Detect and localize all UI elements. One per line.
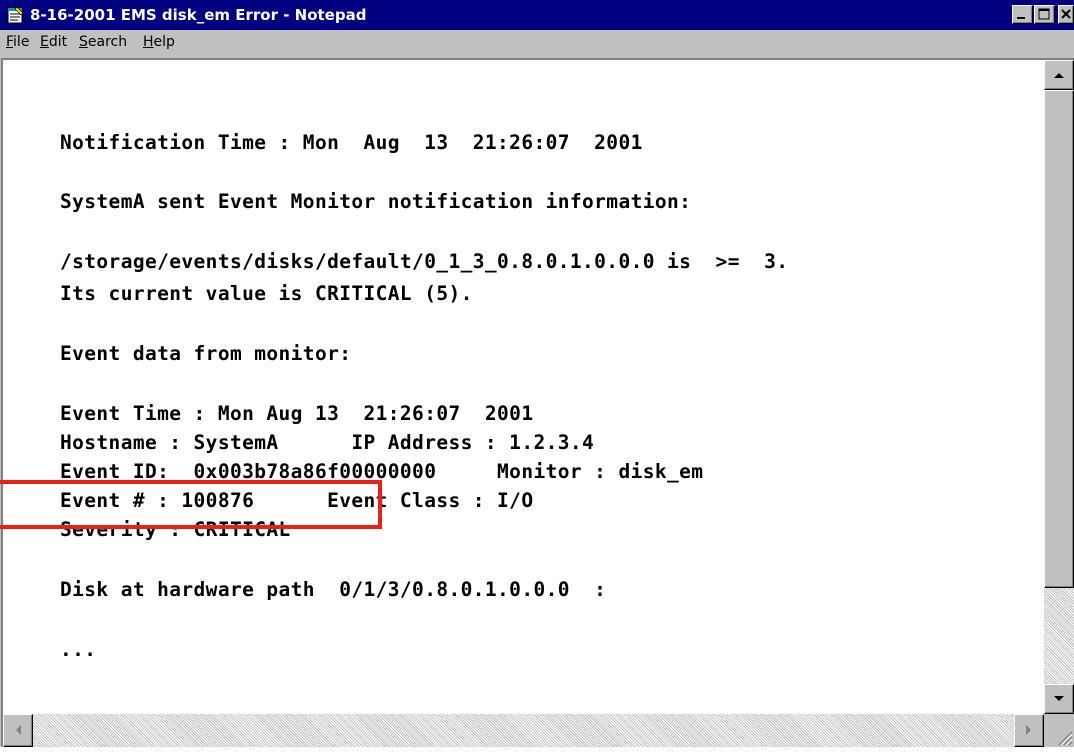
line-event-time: Event Time : Mon Aug 13 21:26:07 2001 xyxy=(60,402,534,425)
horizontal-scrollbar[interactable] xyxy=(3,714,1044,747)
window-title: 8-16-2001 EMS disk_em Error - Notepad xyxy=(30,6,367,24)
line-notification-time: Notification Time : Mon Aug 13 21:26:07 … xyxy=(60,131,643,154)
menu-help[interactable]: Help xyxy=(143,34,175,50)
line-disk-path: Disk at hardware path 0/1/3/0.8.0.1.0.0.… xyxy=(60,578,607,601)
menu-search-label: earch xyxy=(87,34,128,50)
menu-edit[interactable]: Edit xyxy=(40,34,67,50)
maximize-button[interactable] xyxy=(1034,5,1055,24)
menu-help-hotkey: H xyxy=(143,34,154,50)
scroll-left-button[interactable] xyxy=(3,714,33,747)
title-bar[interactable]: 8-16-2001 EMS disk_em Error - Notepad xyxy=(0,0,1074,30)
menu-search[interactable]: Search xyxy=(79,34,127,50)
scroll-down-button[interactable] xyxy=(1044,684,1074,714)
menu-help-label: elp xyxy=(153,34,175,50)
line-event-path: /storage/events/disks/default/0_1_3_0.8.… xyxy=(60,250,789,273)
line-current-value: Its current value is CRITICAL (5). xyxy=(60,282,473,305)
notepad-window: 8-16-2001 EMS disk_em Error - Notepad Fi… xyxy=(0,0,1074,747)
menu-edit-label: dit xyxy=(48,34,68,50)
minimize-button[interactable] xyxy=(1012,5,1033,24)
size-grip[interactable] xyxy=(1044,714,1074,747)
menu-file-hotkey: F xyxy=(6,34,14,50)
menu-search-hotkey: S xyxy=(79,34,88,50)
scroll-right-button[interactable] xyxy=(1014,714,1044,747)
menu-bar: File Edit Search Help xyxy=(0,31,1074,55)
scroll-up-button[interactable] xyxy=(1044,60,1074,90)
resize-grip-icon xyxy=(1058,731,1073,746)
menu-file[interactable]: File xyxy=(6,34,29,50)
highlight-box xyxy=(0,480,382,529)
arrow-right-icon xyxy=(1026,725,1031,735)
line-sent-info: SystemA sent Event Monitor notification … xyxy=(60,190,692,213)
maximize-icon xyxy=(1038,8,1050,20)
line-ellipsis: ... xyxy=(60,638,97,661)
menu-edit-hotkey: E xyxy=(40,34,49,50)
menu-file-label: ile xyxy=(13,34,30,50)
line-hostname: Hostname : SystemA IP Address : 1.2.3.4 xyxy=(60,431,595,454)
arrow-left-icon xyxy=(16,725,21,735)
notepad-icon xyxy=(7,6,24,24)
text-area[interactable]: Notification Time : Mon Aug 13 21:26:07 … xyxy=(3,60,1044,714)
close-icon xyxy=(1061,9,1071,19)
arrow-up-icon xyxy=(1054,73,1064,78)
close-button[interactable] xyxy=(1058,5,1074,24)
minimize-icon xyxy=(1017,17,1025,19)
vertical-scroll-thumb[interactable] xyxy=(1044,90,1074,588)
arrow-down-icon xyxy=(1054,696,1064,701)
line-event-data: Event data from monitor: xyxy=(60,342,352,365)
